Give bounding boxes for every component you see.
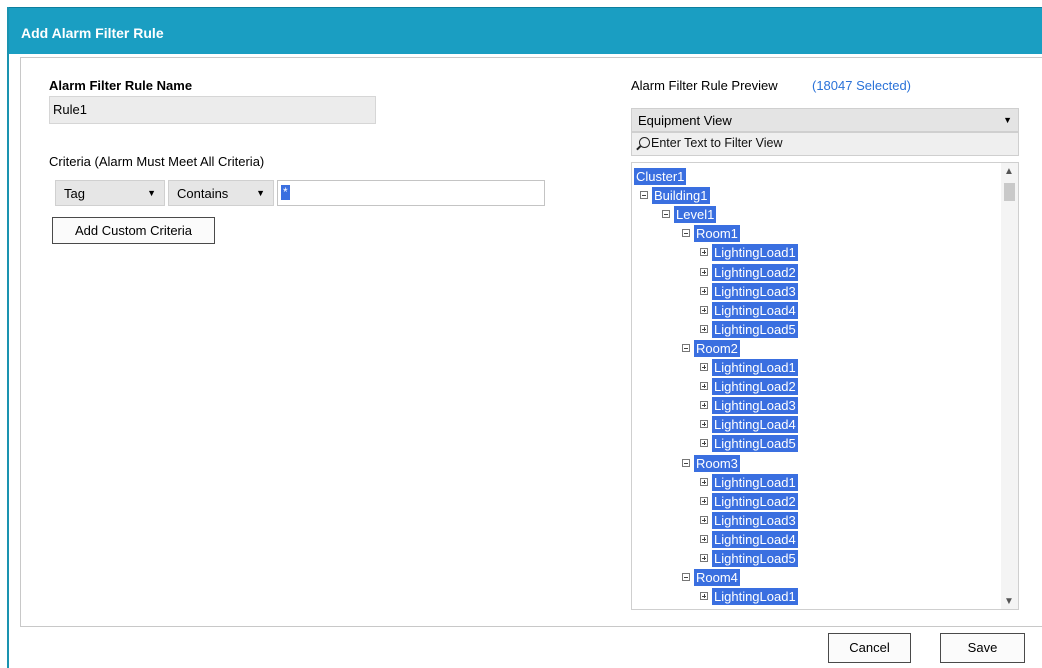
collapse-icon[interactable] <box>682 343 690 352</box>
tree-node-label: LightingLoad1 <box>712 244 798 262</box>
tree-node-label: Level1 <box>674 206 717 224</box>
criteria-field-value: Tag <box>64 186 85 201</box>
tree-node-label: LightingLoad2 <box>712 378 798 396</box>
collapse-icon[interactable] <box>682 573 690 582</box>
criteria-value-input[interactable]: * <box>277 180 545 206</box>
rule-name-input[interactable]: Rule1 <box>49 96 376 124</box>
rule-name-value: Rule1 <box>53 102 87 117</box>
expand-icon[interactable] <box>700 477 708 486</box>
preview-label: Alarm Filter Rule Preview <box>631 78 778 93</box>
tree-node-label: Room1 <box>694 225 740 243</box>
tree-node-label: LightingLoad3 <box>712 397 798 415</box>
expand-icon[interactable] <box>700 439 708 448</box>
save-button[interactable]: Save <box>940 633 1025 663</box>
expand-icon[interactable] <box>700 554 708 562</box>
scroll-up-icon[interactable]: ▲ <box>1004 166 1014 177</box>
collapse-icon[interactable] <box>682 458 690 467</box>
criteria-label: Criteria (Alarm Must Meet All Criteria) <box>49 154 265 169</box>
search-icon <box>639 137 650 148</box>
tree-node-label: LightingLoad2 <box>712 263 798 281</box>
chevron-down-icon: ▼ <box>1003 115 1012 125</box>
view-dropdown-value: Equipment View <box>638 113 732 128</box>
expand-icon[interactable] <box>700 382 708 391</box>
equipment-tree[interactable]: ▲ ▼ Cluster1 Building1 Level1 Room1 Lighting… <box>631 162 1019 610</box>
cancel-button[interactable]: Cancel <box>828 633 911 663</box>
tree-node-label: LightingLoad1 <box>712 473 798 491</box>
criteria-field-dropdown[interactable]: Tag ▼ <box>55 180 165 206</box>
view-dropdown[interactable]: Equipment View ▼ <box>631 108 1019 132</box>
chevron-down-icon: ▼ <box>147 188 156 198</box>
expand-icon[interactable] <box>700 248 708 257</box>
dialog-title-bar: Add Alarm Filter Rule <box>9 7 1042 54</box>
tree-scrollbar[interactable]: ▲ ▼ <box>1001 163 1018 609</box>
criteria-operator-dropdown[interactable]: Contains ▼ <box>168 180 274 206</box>
expand-icon[interactable] <box>700 420 708 429</box>
selected-count-link[interactable]: (18047 Selected) <box>812 78 911 93</box>
tree-node-label: LightingLoad5 <box>712 550 798 567</box>
tree-node-label: Room3 <box>694 454 740 472</box>
expand-icon[interactable] <box>700 401 708 410</box>
expand-icon[interactable] <box>700 324 708 333</box>
expand-icon[interactable] <box>700 592 708 601</box>
rule-name-label: Alarm Filter Rule Name <box>49 78 193 93</box>
collapse-icon[interactable] <box>662 210 670 219</box>
tree-node-label: LightingLoad4 <box>712 301 798 319</box>
tree-node-label: LightingLoad2 <box>712 492 798 510</box>
tree-node-label: LightingLoad4 <box>712 416 798 434</box>
tree-node-label: LightingLoad4 <box>712 530 798 548</box>
scroll-down-icon[interactable]: ▼ <box>1004 596 1014 607</box>
dialog-title: Add Alarm Filter Rule <box>21 25 164 41</box>
expand-icon[interactable] <box>700 267 708 276</box>
add-alarm-filter-rule-dialog: Add Alarm Filter Rule Alarm Filter Rule … <box>7 7 1042 668</box>
collapse-icon[interactable] <box>640 191 648 200</box>
criteria-operator-value: Contains <box>177 186 229 201</box>
chevron-down-icon: ▼ <box>256 188 265 198</box>
expand-icon[interactable] <box>700 305 708 314</box>
collapse-icon[interactable] <box>682 229 690 238</box>
dialog-content-panel: Alarm Filter Rule Name Rule1 Criteria (A… <box>20 57 1042 627</box>
tree-node-label: Room2 <box>694 339 740 357</box>
expand-icon[interactable] <box>700 515 708 524</box>
expand-icon[interactable] <box>700 286 708 295</box>
tree-node-label: LightingLoad5 <box>712 320 798 338</box>
tree-node-label: LightingLoad1 <box>712 588 798 606</box>
expand-icon[interactable] <box>700 363 708 371</box>
tree-filter-input[interactable]: Enter Text to Filter View <box>631 132 1019 156</box>
scrollbar-thumb[interactable] <box>1004 183 1015 201</box>
expand-icon[interactable] <box>700 496 708 505</box>
criteria-value-text: * <box>281 185 290 200</box>
tree-node-label: LightingLoad3 <box>712 511 798 529</box>
tree-node-label: LightingLoad1 <box>712 359 798 376</box>
tree-filter-placeholder: Enter Text to Filter View <box>651 136 783 150</box>
tree-node-label: LightingLoad5 <box>712 435 798 453</box>
add-custom-criteria-button[interactable]: Add Custom Criteria <box>52 217 215 244</box>
tree-node-label: Room4 <box>694 569 740 587</box>
expand-icon[interactable] <box>700 534 708 543</box>
tree-node-label: Building1 <box>652 187 710 205</box>
tree-node-label: Cluster1 <box>634 168 687 185</box>
tree-node-label: LightingLoad3 <box>712 282 798 300</box>
